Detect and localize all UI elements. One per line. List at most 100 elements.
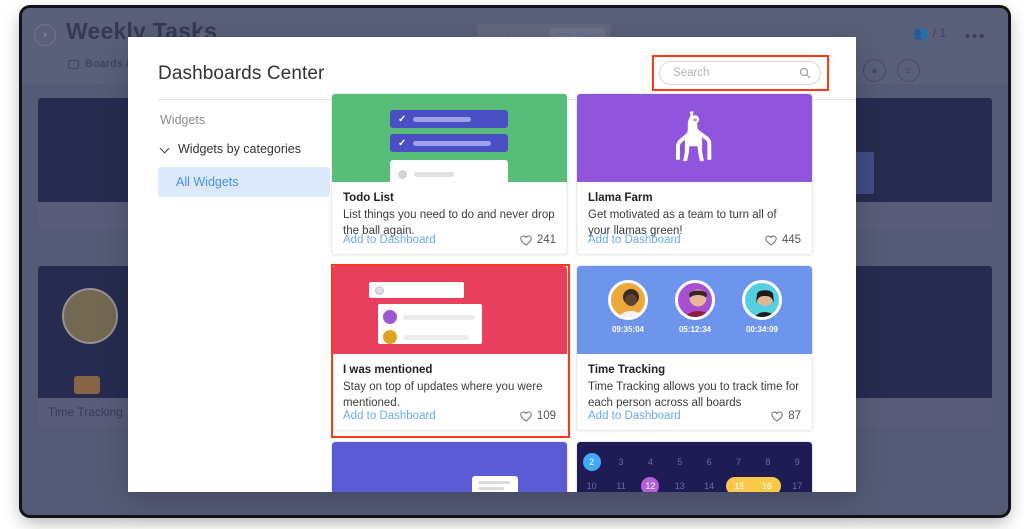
timer-label: 00:34:09 [745, 325, 779, 334]
calendar-day[interactable]: 10 [577, 476, 606, 492]
widget-card-footer: Add to Dashboard 109 [343, 410, 556, 422]
mention-suggestions-mock [378, 304, 482, 344]
sidebar: Widgets Widgets by categories All Widget… [158, 109, 330, 197]
calendar-range-highlight: 15 16 [725, 477, 781, 492]
mention-suggestion-row [383, 310, 477, 324]
widget-name: Llama Farm [588, 192, 653, 204]
calendar-day[interactable]: 4 [636, 452, 665, 472]
timer-label: 05:12:34 [678, 325, 712, 334]
calendar-day[interactable]: 5 [665, 452, 694, 472]
widget-thumbnail-calendar: 23456789 10 11 12 13 14 15 16 17 [577, 442, 812, 492]
widget-card-time-tracking[interactable]: 09:35:04 05:12:34 00:34:09 Time Tracking… [576, 265, 813, 431]
time-tracking-person: 00:34:09 [741, 280, 783, 334]
todo-row: ✓ [390, 134, 508, 152]
like-count[interactable]: 87 [771, 410, 801, 422]
calendar-day[interactable]: 17 [783, 476, 812, 492]
calendar-day[interactable]: 7 [724, 452, 753, 472]
widget-card-body: Time Tracking Time Tracking allows you t… [577, 354, 812, 411]
calendar-row: 23456789 [577, 452, 812, 472]
calendar-day-highlight: 2 [582, 453, 601, 471]
widget-card-body: Todo List List things you need to do and… [332, 182, 567, 239]
widget-name: Todo List [343, 192, 394, 204]
calendar-day[interactable]: 11 [606, 476, 635, 492]
widget-card-footer: Add to Dashboard 241 [343, 234, 556, 246]
avatar [675, 280, 715, 320]
add-to-dashboard-button[interactable]: Add to Dashboard [343, 234, 436, 246]
heart-icon [520, 234, 532, 246]
calendar-day[interactable]: 6 [695, 452, 724, 472]
calendar-day[interactable]: 15 16 [724, 476, 783, 492]
search-icon [799, 66, 811, 79]
dashboards-center-modal: close-icon Dashboards Center Widgets Wid… [128, 37, 856, 492]
time-tracking-person: 05:12:34 [674, 280, 716, 334]
like-count-label: 87 [788, 410, 801, 422]
like-count-label: 241 [536, 234, 556, 246]
calendar-day-highlight: 12 [641, 477, 660, 492]
widget-card-chart[interactable] [331, 441, 568, 492]
calendar-day[interactable]: 12 [636, 476, 665, 492]
widget-card-llama-farm[interactable]: Llama Farm Get motivated as a team to tu… [576, 93, 813, 255]
widget-card-footer: Add to Dashboard 445 [588, 234, 801, 246]
calendar-day[interactable]: 2 [577, 452, 606, 472]
widget-thumbnail-llama [577, 94, 812, 182]
like-count-label: 109 [536, 410, 556, 422]
placeholder-line [403, 314, 475, 320]
heart-icon [520, 410, 532, 422]
calendar-day[interactable]: 9 [783, 452, 812, 472]
check-icon: ✓ [398, 137, 407, 149]
avatar [742, 280, 782, 320]
chevron-down-icon [160, 144, 170, 154]
widget-card-footer: Add to Dashboard 87 [588, 410, 801, 422]
search-input[interactable] [659, 61, 821, 85]
like-count[interactable]: 445 [765, 234, 801, 246]
at-icon: @ [375, 285, 384, 295]
placeholder-line [478, 481, 510, 484]
widget-thumbnail-chart [332, 442, 567, 492]
calendar-row: 10 11 12 13 14 15 16 17 [577, 476, 812, 492]
calendar-day[interactable]: 13 [665, 476, 694, 492]
calendar-day[interactable]: 3 [606, 452, 635, 472]
sidebar-group-widgets-by-categories[interactable]: Widgets by categories [158, 137, 330, 161]
circle-icon [398, 169, 407, 179]
heart-icon [771, 410, 783, 422]
mention-input-mock: @ [369, 282, 464, 298]
calendar-day[interactable]: 8 [753, 452, 782, 472]
widget-thumbnail-mention: @ [332, 266, 567, 354]
add-to-dashboard-button[interactable]: Add to Dashboard [588, 410, 681, 422]
chart-tooltip [472, 476, 518, 492]
todo-row-pending [390, 160, 508, 182]
widget-card-body: I was mentioned Stay on top of updates w… [332, 354, 567, 411]
todo-line [413, 116, 472, 122]
timer-label: 09:35:04 [611, 325, 645, 334]
widget-thumbnail-time-tracking: 09:35:04 05:12:34 00:34:09 [577, 266, 812, 354]
widget-description: Stay on top of updates where you were me… [343, 381, 543, 409]
heart-icon [765, 234, 777, 246]
like-count[interactable]: 109 [520, 410, 556, 422]
widget-card-todo-list[interactable]: ✓ ✓ Todo List List things you need to do… [331, 93, 568, 255]
add-to-dashboard-button[interactable]: Add to Dashboard [343, 410, 436, 422]
like-count-label: 445 [781, 234, 801, 246]
screenshot-root: › Weekly Tasks ★ Boards / 2 View Edit 👥 [0, 0, 1024, 529]
search-field[interactable] [659, 61, 821, 85]
calendar-day[interactable]: 14 [695, 476, 724, 492]
sidebar-heading: Widgets [160, 113, 206, 127]
llama-icon [675, 111, 711, 162]
widget-thumbnail-todo: ✓ ✓ [332, 94, 567, 182]
placeholder-line [403, 334, 469, 340]
placeholder-line [478, 487, 504, 490]
widget-card-grid[interactable]: ✓ ✓ Todo List List things you need to do… [331, 93, 827, 492]
widget-card-body: Llama Farm Get motivated as a team to tu… [577, 182, 812, 239]
widget-card-i-was-mentioned[interactable]: @ I was mentioned Stay on top of updates… [331, 265, 568, 431]
widget-name: I was mentioned [343, 364, 433, 376]
sidebar-item-all-widgets[interactable]: All Widgets [158, 167, 330, 197]
time-tracking-person: 09:35:04 [607, 280, 649, 334]
add-to-dashboard-button[interactable]: Add to Dashboard [588, 234, 681, 246]
widget-name: Time Tracking [588, 364, 666, 376]
avatar [608, 280, 648, 320]
mention-suggestion-row [383, 330, 477, 344]
widget-card-calendar[interactable]: 23456789 10 11 12 13 14 15 16 17 [576, 441, 813, 492]
like-count[interactable]: 241 [520, 234, 556, 246]
widget-description: Time Tracking allows you to track time f… [588, 381, 800, 409]
todo-line [414, 171, 454, 177]
close-icon[interactable]: close-icon [824, 47, 842, 65]
